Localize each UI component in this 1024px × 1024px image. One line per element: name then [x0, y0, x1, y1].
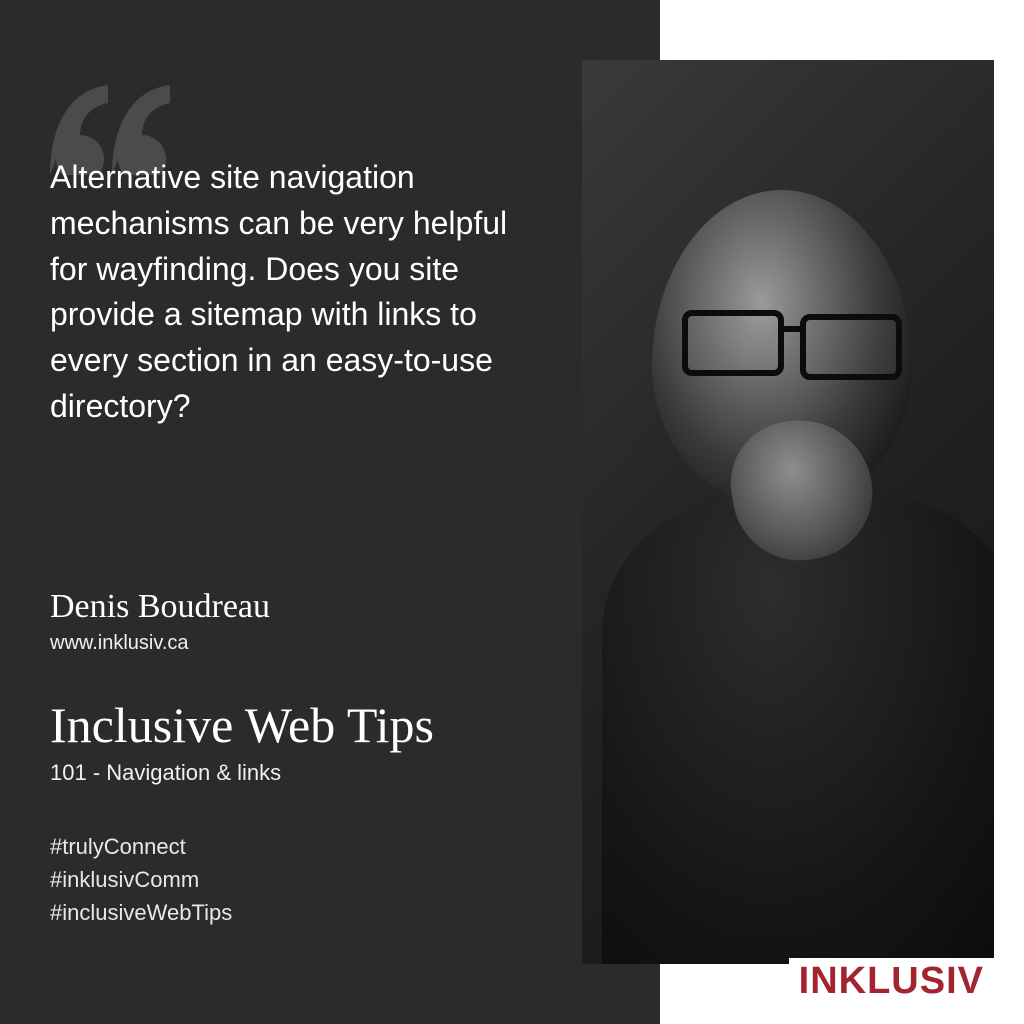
- hashtag-list: #trulyConnect #inklusivComm #inclusiveWe…: [50, 830, 232, 929]
- author-name: Denis Boudreau: [50, 590, 270, 624]
- series-subtitle: 101 - Navigation & links: [50, 760, 281, 786]
- brand-badge: INKLUSIV: [789, 958, 994, 1002]
- hashtag: #inclusiveWebTips: [50, 896, 232, 929]
- author-website: www.inklusiv.ca: [50, 632, 189, 655]
- quote-text: Alternative site navigation mechanisms c…: [50, 155, 520, 430]
- hashtag: #inklusivComm: [50, 863, 232, 896]
- quote-card: Alternative site navigation mechanisms c…: [0, 0, 1024, 1024]
- author-photo: [582, 60, 994, 964]
- brand-text: INKLUSIV: [799, 960, 984, 1002]
- hashtag: #trulyConnect: [50, 830, 232, 863]
- series-title: Inclusive Web Tips: [50, 700, 434, 750]
